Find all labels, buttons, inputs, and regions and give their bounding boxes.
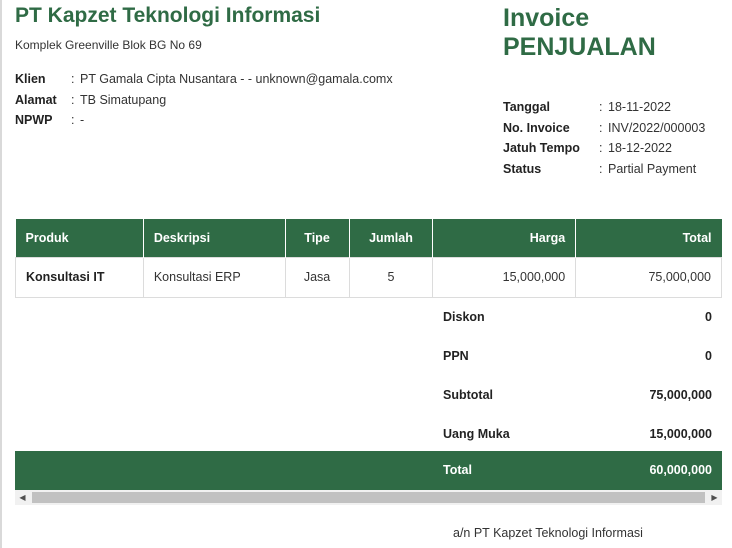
meta-label: Tanggal [503,100,550,115]
invoice-title-line1: Invoice [503,4,590,32]
horizontal-scrollbar[interactable]: ◀ ▶ [15,490,722,505]
meta-row-status: Status : Partial Payment [503,159,705,180]
summary-row-uang-muka: Uang Muka 15,000,000 [433,414,722,453]
signature-line: a/n PT Kapzet Teknologi Informasi [453,526,643,540]
client-row-klien: Klien : PT Gamala Cipta Nusantara - - un… [15,69,393,90]
table-row: Konsultasi IT Konsultasi ERP Jasa 5 15,0… [15,256,722,298]
meta-row-invoice-number: No. Invoice : INV/2022/000003 [503,118,705,139]
client-value: TB Simatupang [80,92,167,107]
status-value: Partial Payment [608,161,697,176]
column-header-jumlah: Jumlah [349,219,434,257]
summary-row-subtotal: Subtotal 75,000,000 [433,375,722,414]
summary-value: 15,000,000 [649,426,712,441]
invoice-meta: Tanggal : 18-11-2022 No. Invoice : INV/2… [503,97,705,179]
grand-total-value: 60,000,000 [649,463,712,477]
column-header-harga: Harga [432,219,577,257]
client-row-alamat: Alamat : TB Simatupang [15,90,393,111]
column-header-tipe: Tipe [285,219,350,257]
colon-separator: : [599,120,603,135]
meta-row-tanggal: Tanggal : 18-11-2022 [503,97,705,118]
summary-section: Diskon 0 PPN 0 Subtotal 75,000,000 Uang … [433,297,722,453]
cell-harga: 15,000,000 [432,256,577,298]
scroll-right-arrow-icon[interactable]: ▶ [707,490,722,505]
scroll-left-arrow-icon[interactable]: ◀ [15,490,30,505]
invoice-title: Invoice PENJUALAN [503,4,656,62]
client-value: PT Gamala Cipta Nusantara - - unknown@ga… [80,72,393,87]
page-left-border [0,0,2,548]
summary-row-diskon: Diskon 0 [433,297,722,336]
cell-deskripsi: Konsultasi ERP [142,256,286,298]
meta-label: Status [503,161,542,176]
column-header-total: Total [575,219,722,257]
client-row-npwp: NPWP : - [15,110,393,131]
client-label: Klien [15,72,46,87]
grand-total-bar: Total 60,000,000 [15,451,722,490]
table-header-row: Produk Deskripsi Tipe Jumlah Harga Total [15,219,722,257]
client-info: Klien : PT Gamala Cipta Nusantara - - un… [15,69,393,131]
summary-label: Uang Muka [443,426,510,441]
summary-label: PPN [443,348,469,363]
column-header-produk: Produk [15,219,144,257]
cell-produk: Konsultasi IT [15,256,144,298]
colon-separator: : [71,72,75,87]
items-table: Produk Deskripsi Tipe Jumlah Harga Total… [15,219,722,298]
invoice-title-line2: PENJUALAN [503,33,656,61]
cell-total: 75,000,000 [575,256,722,298]
colon-separator: : [599,161,603,176]
client-label: Alamat [15,92,57,107]
meta-row-due-date: Jatuh Tempo : 18-12-2022 [503,138,705,159]
summary-value: 0 [705,309,712,324]
summary-value: 0 [705,348,712,363]
colon-separator: : [599,100,603,115]
colon-separator: : [599,141,603,156]
meta-value: 18-12-2022 [608,141,672,156]
meta-value: 18-11-2022 [608,100,672,115]
scrollbar-thumb[interactable] [32,492,705,503]
colon-separator: : [71,113,75,128]
meta-label: Jatuh Tempo [503,141,580,156]
cell-tipe: Jasa [284,256,350,298]
meta-value: INV/2022/000003 [608,120,706,135]
cell-jumlah: 5 [348,256,434,298]
summary-row-ppn: PPN 0 [433,336,722,375]
company-name: PT Kapzet Teknologi Informasi [15,4,321,27]
summary-value: 75,000,000 [649,387,712,402]
company-address: Komplek Greenville Blok BG No 69 [15,38,202,52]
client-label: NPWP [15,113,53,128]
column-header-deskripsi: Deskripsi [143,219,286,257]
meta-label: No. Invoice [503,120,570,135]
summary-label: Diskon [443,309,485,324]
grand-total-label: Total [443,463,472,477]
client-value: - [80,113,85,128]
colon-separator: : [71,92,75,107]
summary-label: Subtotal [443,387,493,402]
